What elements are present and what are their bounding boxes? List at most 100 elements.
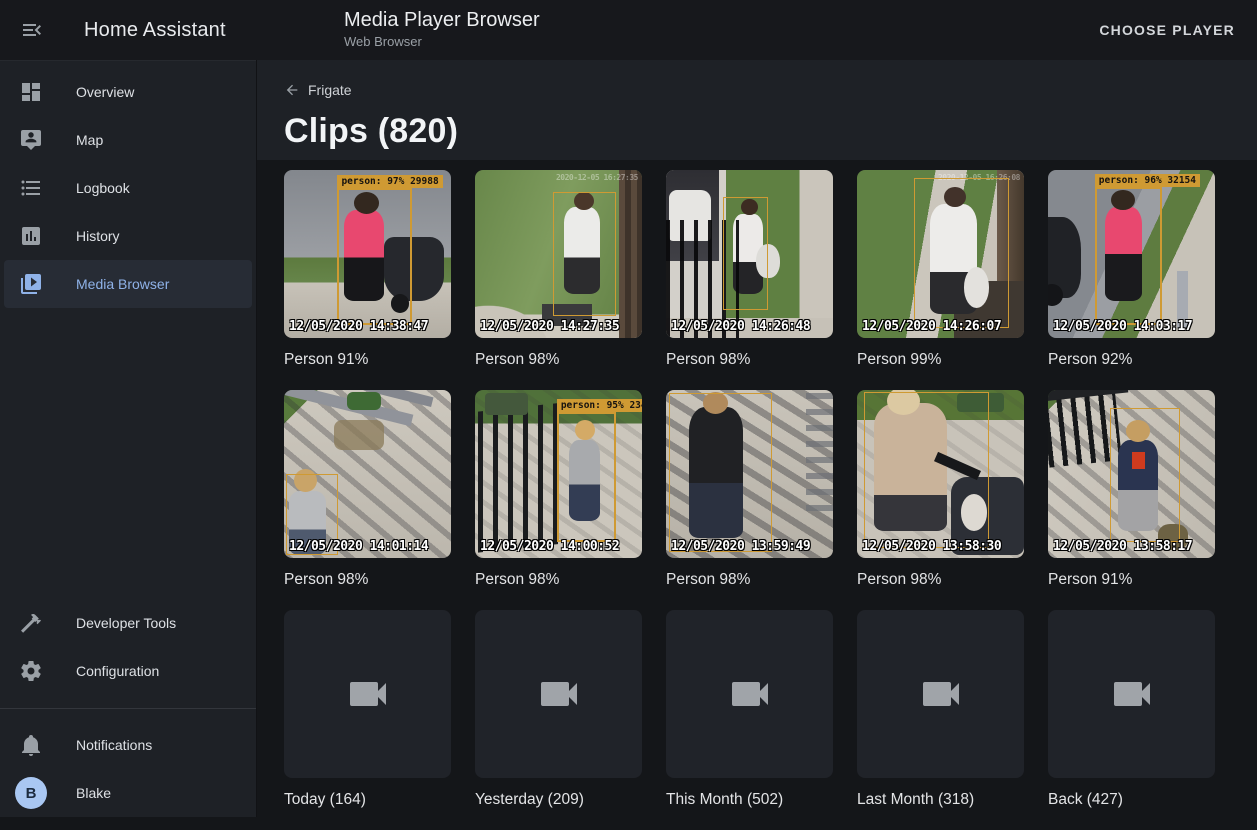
detection-bbox — [1110, 408, 1180, 541]
folder-thumbnail — [475, 610, 642, 778]
detection-label: person: 97% 29988 — [337, 175, 442, 188]
folder-thumbnail — [284, 610, 451, 778]
clip-caption: Person 98% — [666, 350, 833, 370]
video-icon — [535, 670, 583, 718]
clip-thumbnail: person: 95% 23432 12/05/2020 14:00:52 — [475, 390, 642, 558]
detection-label: person: 95% 23432 — [557, 399, 642, 412]
clip-caption: Person 98% — [666, 570, 833, 590]
bell-icon — [19, 733, 43, 757]
clip-card[interactable]: person: 96% 32154 12/05/2020 14:03:17 Pe… — [1048, 170, 1215, 370]
clip-thumbnail: 12/05/2020 14:26:48 — [666, 170, 833, 338]
page-title: Clips (820) — [284, 112, 1257, 151]
folder-caption: Back (427) — [1048, 790, 1215, 810]
clip-thumbnail: 2020-12-05 16:26:08 12/05/2020 14:26:07 — [857, 170, 1024, 338]
clip-timestamp: 12/05/2020 14:01:14 — [289, 539, 428, 554]
folder-card-this-month[interactable]: This Month (502) — [666, 610, 833, 810]
sidebar-item-developer-tools[interactable]: Developer Tools — [0, 599, 256, 647]
app-bar: Home Assistant Media Player Browser Web … — [0, 0, 1257, 60]
clip-timestamp: 12/05/2020 14:26:48 — [671, 319, 810, 334]
detection-bbox — [864, 392, 990, 549]
clip-thumbnail: person: 96% 32154 12/05/2020 14:03:17 — [1048, 170, 1215, 338]
clip-card[interactable]: 12/05/2020 14:01:14 Person 98% — [284, 390, 451, 590]
clip-card[interactable]: 2020-12-05 16:27:35 12/05/2020 14:27:35 … — [475, 170, 642, 370]
folder-card-today[interactable]: Today (164) — [284, 610, 451, 810]
sidebar-item-label: Media Browser — [76, 276, 169, 292]
hammer-icon — [19, 611, 43, 635]
app-title: Home Assistant — [84, 19, 226, 42]
clip-timestamp: 12/05/2020 14:03:17 — [1053, 319, 1192, 334]
clip-card[interactable]: person: 95% 23432 12/05/2020 14:00:52 Pe… — [475, 390, 642, 590]
folder-card-last-month[interactable]: Last Month (318) — [857, 610, 1024, 810]
clip-thumbnail: 12/05/2020 13:58:17 — [1048, 390, 1215, 558]
clip-timestamp: 12/05/2020 14:00:52 — [480, 539, 619, 554]
choose-player-button[interactable]: CHOOSE PLAYER — [1091, 14, 1243, 46]
content-header: Frigate Clips (820) — [257, 60, 1257, 160]
camera-timestamp: 2020-12-05 16:27:35 — [556, 173, 638, 182]
clip-card[interactable]: 12/05/2020 13:58:17 Person 91% — [1048, 390, 1215, 590]
clip-card[interactable]: 12/05/2020 13:59:49 Person 98% — [666, 390, 833, 590]
clips-grid: person: 97% 29988 12/05/2020 14:38:47 Pe… — [284, 160, 1215, 830]
clip-caption: Person 98% — [475, 350, 642, 370]
detection-bbox: person: 96% 32154 — [1095, 187, 1162, 325]
list-bulleted-icon — [19, 176, 43, 200]
clip-caption: Person 91% — [1048, 570, 1215, 590]
clip-timestamp: 12/05/2020 14:27:35 — [480, 319, 619, 334]
clip-timestamp: 12/05/2020 13:58:30 — [862, 539, 1001, 554]
panel-subtitle: Web Browser — [344, 34, 540, 49]
panel-title-block: Media Player Browser Web Browser — [344, 8, 540, 49]
panel-title: Media Player Browser — [344, 8, 540, 32]
sidebar-item-overview[interactable]: Overview — [0, 68, 256, 116]
sidebar-item-history[interactable]: History — [0, 212, 256, 260]
clip-card[interactable]: person: 97% 29988 12/05/2020 14:38:47 Pe… — [284, 170, 451, 370]
clip-caption: Person 99% — [857, 350, 1024, 370]
folder-caption: This Month (502) — [666, 790, 833, 810]
sidebar-item-logbook[interactable]: Logbook — [0, 164, 256, 212]
tooltip-account-icon — [19, 128, 43, 152]
sidebar: Overview Map Logbook History Media Brows… — [0, 60, 256, 817]
play-box-multiple-icon — [19, 272, 43, 296]
folder-caption: Today (164) — [284, 790, 451, 810]
detection-bbox — [669, 393, 771, 551]
sidebar-item-notifications[interactable]: Notifications — [0, 721, 256, 769]
sidebar-item-label: Configuration — [76, 663, 159, 679]
sidebar-item-media-browser[interactable]: Media Browser — [4, 260, 252, 308]
arrow-left-icon — [284, 82, 300, 98]
sidebar-divider — [0, 708, 256, 709]
breadcrumb-back-frigate[interactable]: Frigate — [284, 82, 352, 98]
clip-timestamp: 12/05/2020 14:38:47 — [289, 319, 428, 334]
folder-card-yesterday[interactable]: Yesterday (209) — [475, 610, 642, 810]
detection-bbox — [553, 192, 615, 317]
sidebar-item-configuration[interactable]: Configuration — [0, 647, 256, 695]
sidebar-item-label: Overview — [76, 84, 134, 100]
clip-thumbnail: 12/05/2020 14:01:14 — [284, 390, 451, 558]
sidebar-item-label: Logbook — [76, 180, 130, 196]
detection-bbox — [914, 178, 1010, 328]
video-icon — [344, 670, 392, 718]
avatar: B — [15, 777, 47, 809]
clip-timestamp: 12/05/2020 14:26:07 — [862, 319, 1001, 334]
clip-thumbnail: person: 97% 29988 12/05/2020 14:38:47 — [284, 170, 451, 338]
view-dashboard-icon — [19, 80, 43, 104]
folder-card-back[interactable]: Back (427) — [1048, 610, 1215, 810]
cog-icon — [19, 659, 43, 683]
clip-card[interactable]: 2020-12-05 16:26:08 12/05/2020 14:26:07 … — [857, 170, 1024, 370]
menu-open-button[interactable] — [8, 6, 56, 54]
sidebar-item-label: Map — [76, 132, 103, 148]
folder-caption: Last Month (318) — [857, 790, 1024, 810]
clip-caption: Person 92% — [1048, 350, 1215, 370]
video-icon — [726, 670, 774, 718]
video-icon — [1108, 670, 1156, 718]
main-content: Frigate Clips (820) person: 97% 29988 12… — [256, 60, 1257, 817]
sidebar-item-label: Developer Tools — [76, 615, 176, 631]
detection-bbox — [723, 197, 768, 310]
clip-card[interactable]: 12/05/2020 14:26:48 Person 98% — [666, 170, 833, 370]
sidebar-item-profile[interactable]: B Blake — [0, 769, 256, 817]
detection-bbox: person: 95% 23432 — [557, 412, 616, 542]
sidebar-item-label: Notifications — [76, 737, 152, 753]
sidebar-item-map[interactable]: Map — [0, 116, 256, 164]
menu-open-icon — [20, 18, 44, 42]
chart-box-icon — [19, 224, 43, 248]
clip-card[interactable]: 12/05/2020 13:58:30 Person 98% — [857, 390, 1024, 590]
folder-thumbnail — [857, 610, 1024, 778]
clip-thumbnail: 12/05/2020 13:59:49 — [666, 390, 833, 558]
